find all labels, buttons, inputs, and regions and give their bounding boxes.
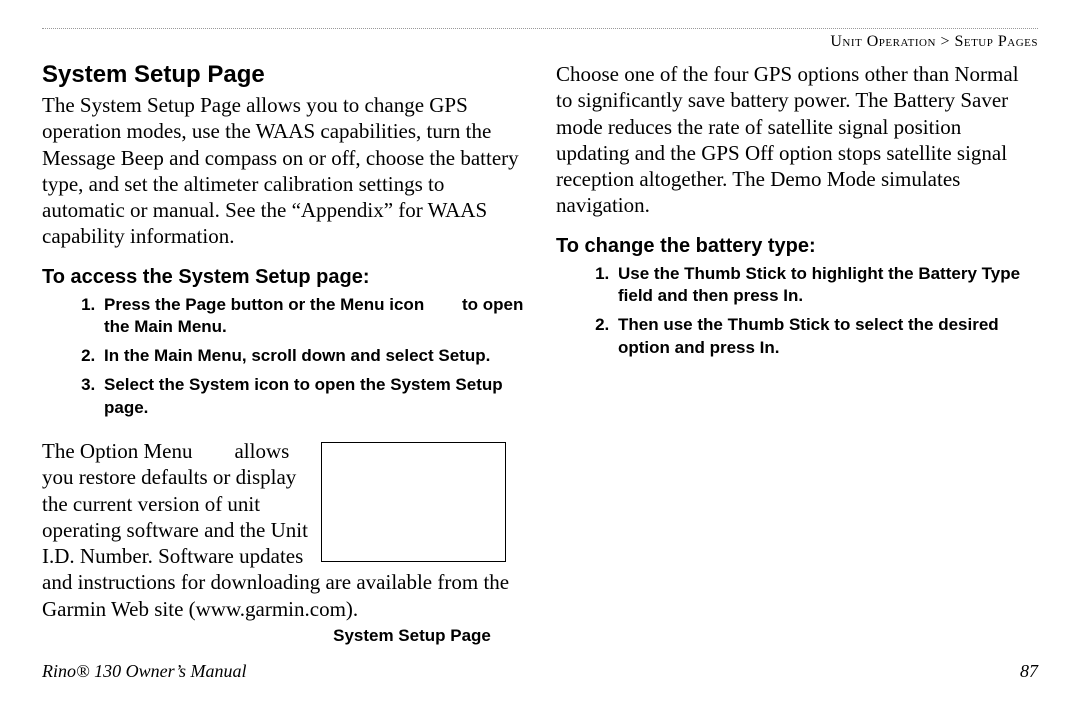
access-steps-list: Press the Page button or the Menu icon t… [42, 294, 524, 421]
left-column: System Setup Page The System Setup Page … [42, 61, 524, 646]
footer: Rino® 130 Owner’s Manual 87 [42, 661, 1038, 682]
step-item: Select the System icon to open the Syste… [100, 374, 524, 420]
gps-options-paragraph: Choose one of the four GPS options other… [556, 61, 1038, 219]
battery-subheading: To change the battery type: [556, 235, 1038, 258]
step-item: Press the Page button or the Menu icon t… [100, 294, 524, 340]
page-number: 87 [1020, 661, 1038, 682]
figure-placeholder [321, 442, 506, 562]
figure-caption: System Setup Page [302, 626, 522, 646]
access-subheading: To access the System Setup page: [42, 266, 524, 289]
step-item: Then use the Thumb Stick to select the d… [614, 314, 1038, 360]
battery-steps-list: Use the Thumb Stick to highlight the Bat… [556, 263, 1038, 361]
right-column: Choose one of the four GPS options other… [556, 61, 1038, 646]
manual-title: Rino® 130 Owner’s Manual [42, 661, 247, 682]
step-item: Use the Thumb Stick to highlight the Bat… [614, 263, 1038, 309]
section-title: System Setup Page [42, 61, 524, 89]
intro-paragraph: The System Setup Page allows you to chan… [42, 92, 524, 250]
content-columns: System Setup Page The System Setup Page … [42, 61, 1038, 646]
options-and-figure: The Option Menu allows you restore defau… [42, 438, 524, 646]
step-item: In the Main Menu, scroll down and select… [100, 345, 524, 368]
breadcrumb: Unit Operation > Setup Pages [42, 33, 1038, 51]
